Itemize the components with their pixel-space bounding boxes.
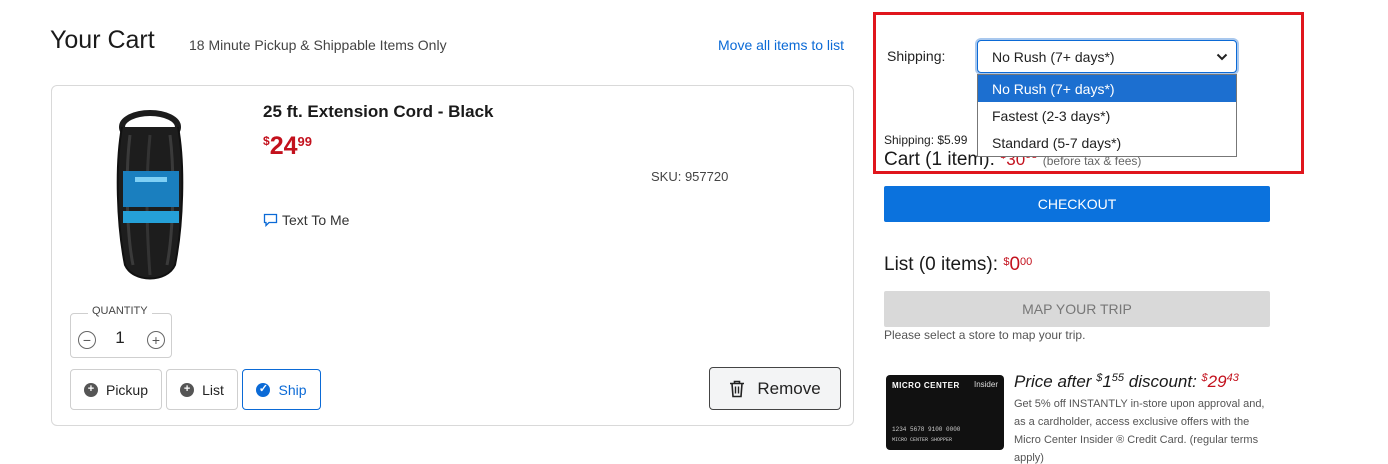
chat-bubble-icon [263, 213, 278, 227]
list-button[interactable]: + List [166, 369, 238, 410]
card-insider: Insider [973, 380, 998, 389]
plus-icon: + [180, 382, 195, 397]
page-title: Your Cart [50, 26, 155, 54]
card-brand: MICRO CENTER [892, 381, 960, 390]
remove-button[interactable]: Remove [709, 367, 841, 410]
move-all-to-list-link[interactable]: Move all items to list [718, 37, 844, 53]
trash-icon [730, 380, 745, 397]
plus-icon: + [83, 382, 98, 397]
product-sku: SKU: 957720 [651, 169, 729, 184]
credit-card-image[interactable]: MICRO CENTER Insider 1234 5678 9100 0000… [886, 375, 1004, 450]
quantity-value[interactable]: 1 [112, 328, 128, 348]
checkout-button[interactable]: CHECKOUT [884, 186, 1270, 222]
cart-subtitle: 18 Minute Pickup & Shippable Items Only [189, 37, 447, 53]
card-number: 1234 5678 9100 0000 [892, 426, 961, 433]
card-holder: MICRO CENTER SHOPPER [892, 437, 953, 443]
text-to-me-label: Text To Me [282, 212, 350, 228]
list-total: List (0 items): $000 [884, 254, 1032, 276]
price-cents: 99 [297, 134, 312, 149]
list-total-label: List (0 items): [884, 254, 999, 275]
list-total-amount: $000 [1003, 254, 1033, 275]
quantity-label: QUANTITY [88, 305, 152, 317]
product-name[interactable]: 25 ft. Extension Cord - Black [263, 102, 494, 122]
pickup-label: Pickup [105, 381, 149, 398]
check-icon: ✓ [256, 382, 271, 397]
quantity-increase-button[interactable]: + [147, 331, 165, 349]
map-your-trip-button[interactable]: MAP YOUR TRIP [884, 291, 1270, 327]
quantity-decrease-button[interactable]: − [78, 331, 96, 349]
product-price: $2499 [263, 132, 312, 161]
product-image[interactable] [75, 105, 225, 285]
price-symbol: $ [263, 134, 270, 148]
shipping-highlight-box [873, 12, 1304, 174]
ship-label: Ship [278, 381, 307, 398]
price-dollars: 24 [269, 132, 298, 160]
insider-price-headline: Price after $155 discount: $2943 [1014, 372, 1239, 391]
insider-promo-text: Get 5% off INSTANTLY in-store upon appro… [1014, 398, 1265, 464]
text-to-me-link[interactable]: Text To Me [263, 212, 349, 228]
ship-button[interactable]: ✓ Ship [242, 369, 321, 410]
map-trip-note: Please select a store to map your trip. [884, 328, 1086, 342]
remove-label: Remove [757, 378, 821, 398]
list-label: List [202, 381, 224, 398]
pickup-button[interactable]: + Pickup [70, 369, 162, 410]
